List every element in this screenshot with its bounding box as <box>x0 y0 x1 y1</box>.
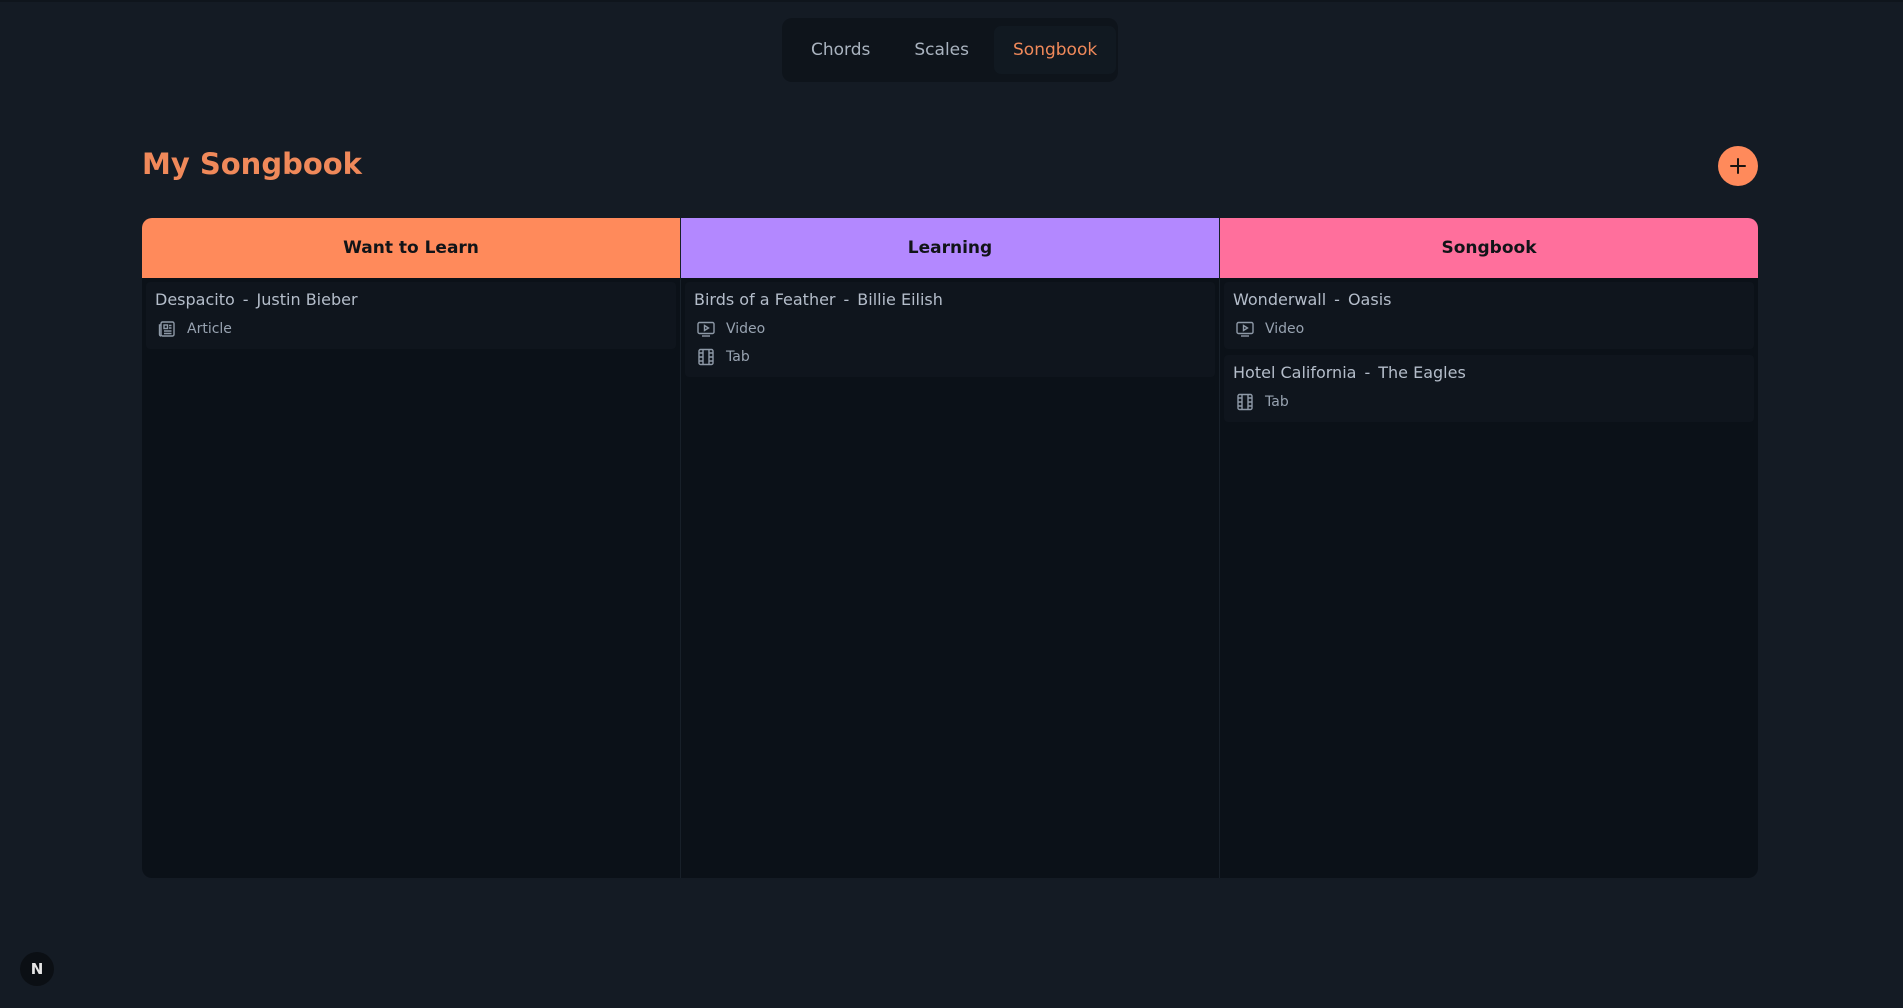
corner-badge-label: N <box>30 960 44 978</box>
column-body[interactable]: Wonderwall - Oasis Video Hotel Californi… <box>1220 278 1758 878</box>
song-title-row: Despacito - Justin Bieber <box>155 290 667 309</box>
tab-icon <box>1233 390 1257 414</box>
separator: - <box>242 290 249 309</box>
column-songbook: Songbook Wonderwall - Oasis Video Hotel … <box>1220 218 1758 878</box>
column-header: Learning <box>681 218 1219 278</box>
song-card[interactable]: Despacito - Justin Bieber Article <box>146 282 676 349</box>
article-icon <box>155 317 179 341</box>
column-learning: Learning Birds of a Feather - Billie Eilis… <box>681 218 1220 878</box>
resource-label: Article <box>187 321 232 337</box>
video-icon <box>694 317 718 341</box>
song-title-row: Wonderwall - Oasis <box>1233 290 1745 309</box>
video-icon <box>1233 317 1257 341</box>
resource-label: Video <box>1265 321 1305 337</box>
song-card[interactable]: Birds of a Feather-Billie Eilish Video <box>685 282 1215 377</box>
separator: - <box>1364 363 1371 382</box>
tab-chords[interactable]: Chords <box>792 26 889 74</box>
add-song-button[interactable] <box>1718 146 1758 186</box>
plus-icon <box>1730 158 1746 174</box>
tab-scales[interactable]: Scales <box>895 26 988 74</box>
artist-name: Justin Bieber <box>256 290 358 309</box>
resource-label: Video <box>726 321 766 337</box>
column-body[interactable]: Birds of a Feather-Billie Eilish Video <box>681 278 1219 878</box>
resource-label: Tab <box>1265 394 1289 410</box>
nextjs-icon[interactable]: N <box>20 952 54 986</box>
artist-name: The Eagles <box>1378 363 1466 382</box>
top-border <box>0 0 1903 2</box>
song-name: Wonderwall <box>1233 290 1327 309</box>
separator: - <box>843 290 850 309</box>
song-name: Despacito <box>155 290 235 309</box>
song-name: Hotel California <box>1233 363 1357 382</box>
kanban-board: Want to Learn Despacito-Justin Bieber <box>142 218 1758 878</box>
resource-link[interactable]: Tab <box>694 343 1206 371</box>
resource-link[interactable]: Tab <box>1233 388 1745 416</box>
artist-name: Oasis <box>1347 290 1392 309</box>
column-header: Want to Learn <box>142 218 680 278</box>
column-body[interactable]: Despacito - Justin Bieber Article <box>142 278 680 878</box>
song-card[interactable]: Wonderwall - Oasis Video <box>1224 282 1754 349</box>
song-title-row: Birds of a Feather - Billie Eilish <box>694 290 1206 309</box>
resource-link[interactable]: Article <box>155 315 667 343</box>
separator: - <box>1334 290 1340 309</box>
song-title-row: Hotel California - The Eagles <box>1233 363 1745 382</box>
song-card[interactable]: Hotel California - The Eagles Tab <box>1224 355 1754 422</box>
column-want-to-learn: Want to Learn Despacito-Justin Bieber <box>142 218 681 878</box>
main-nav: Chords Scales Songbook <box>782 18 1118 82</box>
resource-label: Tab <box>726 349 750 365</box>
artist-name: Billie Eilish <box>857 290 943 309</box>
resource-link[interactable]: Video <box>1233 315 1745 343</box>
song-name: Birds of a Feather <box>694 290 836 309</box>
page-title: My Songbook <box>142 147 362 181</box>
resource-link[interactable]: Video <box>694 315 1206 343</box>
tab-songbook[interactable]: Songbook <box>994 26 1117 74</box>
column-header: Songbook <box>1220 218 1758 278</box>
tab-icon <box>694 345 718 369</box>
